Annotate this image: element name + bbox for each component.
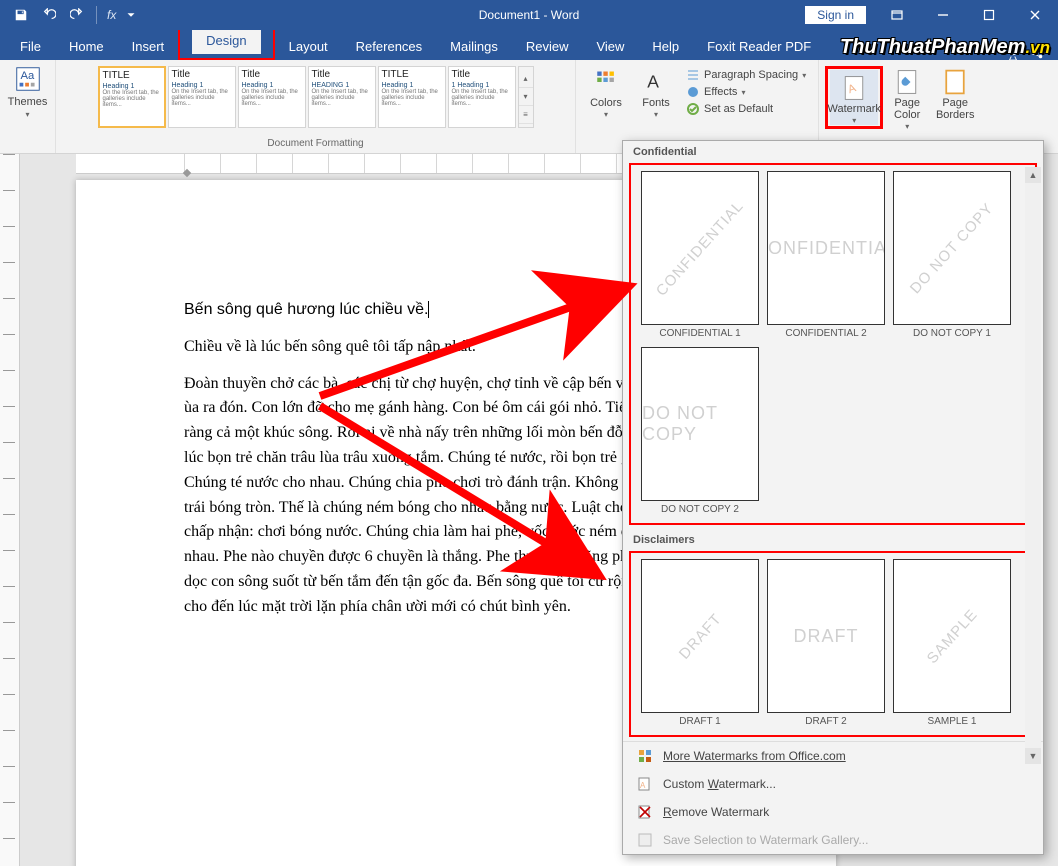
svg-text:A: A	[647, 71, 659, 91]
watermark-option-draft-2[interactable]: DRAFTDRAFT 2	[767, 559, 885, 727]
tab-file[interactable]: File	[6, 33, 55, 60]
watermark-button[interactable]: A Watermark▾	[830, 70, 878, 125]
colors-button[interactable]: Colors▾	[582, 64, 630, 119]
tab-view[interactable]: View	[582, 33, 638, 60]
tab-references[interactable]: References	[342, 33, 436, 60]
watermark-option-do-not-copy-1[interactable]: DO NOT COPYDO NOT COPY 1	[893, 171, 1011, 339]
share-icon[interactable]	[1030, 46, 1044, 60]
ribbon-display-options[interactable]	[874, 0, 920, 30]
effects-button[interactable]: Effects ▾	[686, 85, 806, 99]
paragraph-spacing-button[interactable]: Paragraph Spacing ▾	[686, 68, 806, 82]
watermark-section-confidential: Confidential	[623, 141, 1043, 161]
style-set-2[interactable]: TitleHeading 1On the Insert tab, the gal…	[238, 66, 306, 128]
themes-button[interactable]: Aa Themes▾	[5, 64, 51, 119]
maximize-button[interactable]	[966, 0, 1012, 30]
style-set-3[interactable]: TitleHEADING 1On the Insert tab, the gal…	[308, 66, 376, 128]
custom-watermark-item[interactable]: A Custom Watermark...	[623, 770, 1043, 798]
watermark-grid-disclaimers: DRAFTDRAFT 1DRAFTDRAFT 2SAMPLESAMPLE 1	[629, 551, 1037, 737]
watermark-option-do-not-copy-2[interactable]: DO NOT COPYDO NOT COPY 2	[641, 347, 759, 515]
tab-home[interactable]: Home	[55, 33, 118, 60]
watermark-menu: More Watermarks from Office.com A Custom…	[623, 741, 1043, 854]
qat-customize[interactable]	[118, 2, 144, 28]
minimize-button[interactable]	[920, 0, 966, 30]
watermark-option-draft-1[interactable]: DRAFTDRAFT 1	[641, 559, 759, 727]
watermark-option-confidential-1[interactable]: CONFIDENTIALCONFIDENTIAL 1	[641, 171, 759, 339]
tab-foxit[interactable]: Foxit Reader PDF	[693, 33, 825, 60]
watermark-gallery-panel: Confidential CONFIDENTIALCONFIDENTIAL 1C…	[622, 140, 1044, 855]
more-watermarks-item[interactable]: More Watermarks from Office.com	[623, 742, 1043, 770]
style-set-4[interactable]: TITLEHeading 1On the Insert tab, the gal…	[378, 66, 446, 128]
tab-design[interactable]: Design	[192, 27, 260, 54]
fonts-button[interactable]: A Fonts▾	[632, 64, 680, 119]
tell-me-icon[interactable]	[1006, 46, 1020, 60]
watermark-scrollbar[interactable]: ▲▼	[1025, 167, 1041, 764]
watermark-grid-confidential: CONFIDENTIALCONFIDENTIAL 1CONFIDENTIALCO…	[629, 163, 1037, 525]
style-gallery-more[interactable]: ▴▾≡	[518, 66, 534, 128]
tab-mailings[interactable]: Mailings	[436, 33, 512, 60]
style-set-1[interactable]: TitleHeading 1On the Insert tab, the gal…	[168, 66, 236, 128]
save-button[interactable]	[8, 2, 34, 28]
tab-insert[interactable]: Insert	[118, 33, 179, 60]
watermark-option-confidential-2[interactable]: CONFIDENTIALCONFIDENTIAL 2	[767, 171, 885, 339]
formula-bar-label: fx	[103, 8, 116, 22]
style-set-5[interactable]: Title1 Heading 1On the Insert tab, the g…	[448, 66, 516, 128]
watermark-section-disclaimers: Disclaimers	[623, 529, 1043, 549]
redo-button[interactable]	[64, 2, 90, 28]
window-title: Document1 - Word	[479, 8, 579, 22]
close-button[interactable]	[1012, 0, 1058, 30]
document-formatting-gallery[interactable]: TITLEHeading 1On the Insert tab, the gal…	[56, 60, 576, 153]
svg-text:A: A	[640, 781, 646, 790]
watermark-option-sample-1[interactable]: SAMPLESAMPLE 1	[893, 559, 1011, 727]
sign-in-button[interactable]: Sign in	[805, 6, 866, 24]
tab-layout[interactable]: Layout	[275, 33, 342, 60]
tab-help[interactable]: Help	[638, 33, 693, 60]
style-set-0[interactable]: TITLEHeading 1On the Insert tab, the gal…	[98, 66, 166, 128]
svg-text:Aa: Aa	[20, 70, 35, 82]
page-borders-button[interactable]: Page Borders	[931, 64, 979, 121]
undo-button[interactable]	[36, 2, 62, 28]
remove-watermark-item[interactable]: Remove Watermark	[623, 798, 1043, 826]
page-color-button[interactable]: Page Color▾	[883, 64, 931, 131]
save-to-gallery-item: Save Selection to Watermark Gallery...	[623, 826, 1043, 854]
ribbon-tabs: File Home Insert Design Layout Reference…	[0, 30, 1058, 60]
set-default-button[interactable]: Set as Default	[686, 102, 806, 116]
vertical-ruler[interactable]	[0, 154, 20, 866]
title-bar: fx Document1 - Word Sign in	[0, 0, 1058, 30]
tab-review[interactable]: Review	[512, 33, 583, 60]
